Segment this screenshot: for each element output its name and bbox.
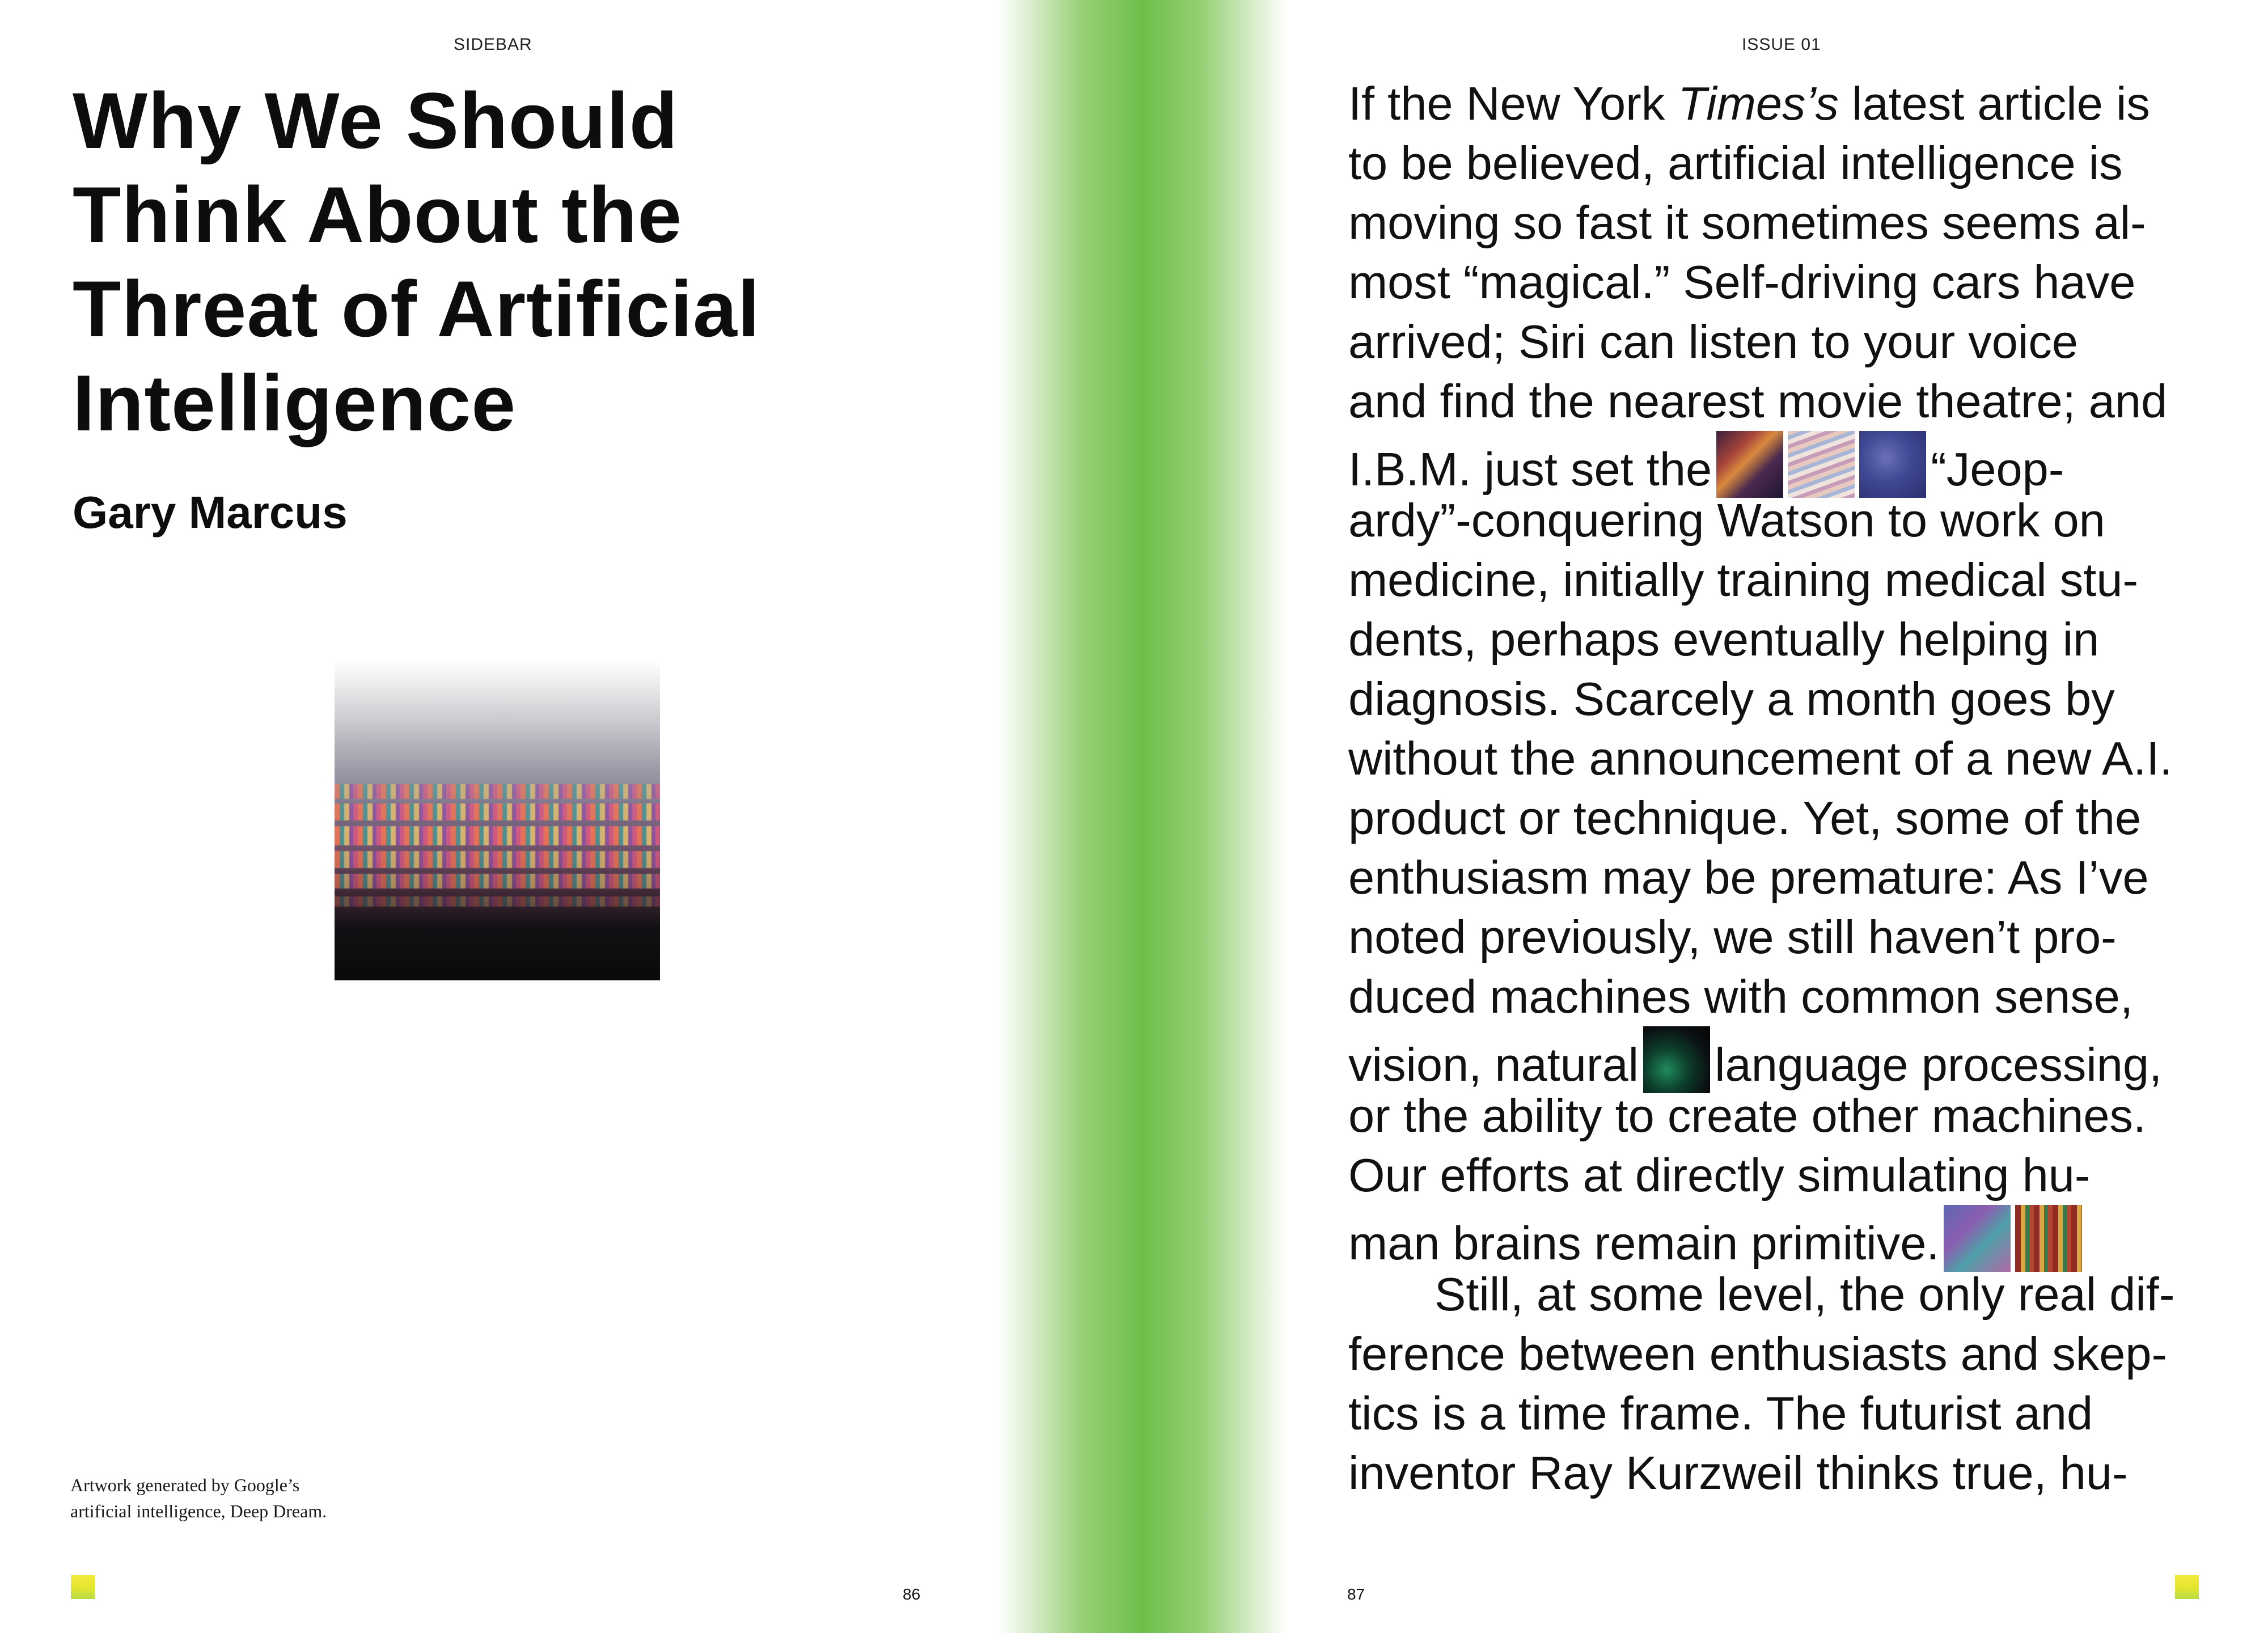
body-line: without the announcement of a new A.I. xyxy=(1348,732,2173,785)
body-line: to be believed, artificial intelligence … xyxy=(1348,137,2123,189)
body-line: I.B.M. just set the “Jeop- xyxy=(1348,431,2210,498)
body-line: vision, natural language processing, xyxy=(1348,1026,2210,1093)
green-gutter-gradient xyxy=(998,0,1287,1633)
body-line: enthusiasm may be premature: As I’ve xyxy=(1348,851,2149,904)
deep-dream-artwork-image xyxy=(335,661,660,980)
body-line: product or technique. Yet, some of the xyxy=(1348,792,2142,844)
artwork-caption: Artwork generated by Google’s artificial… xyxy=(70,1472,467,1524)
body-line: Our efforts at directly simulating hu- xyxy=(1348,1149,2091,1202)
running-head-right: ISSUE 01 xyxy=(1742,35,1821,54)
inline-artwork-thumbnail xyxy=(1788,431,1855,498)
body-text-fragment: vision, natural xyxy=(1348,1038,1639,1091)
body-text-fragment: latest article is xyxy=(1838,77,2150,130)
body-line: moving so fast it sometimes seems al- xyxy=(1348,196,2146,249)
body-line: tics is a time frame. The futurist and xyxy=(1348,1387,2093,1440)
body-line: diagnosis. Scarcely a month goes by xyxy=(1348,672,2115,725)
inline-artwork-thumbnail xyxy=(1716,431,1784,498)
body-line: ference between enthusiasts and skep- xyxy=(1348,1327,2168,1380)
body-text-fragment: man brains remain primitive. xyxy=(1348,1217,1940,1270)
body-text-fragment: I.B.M. just set the xyxy=(1348,443,1712,496)
title-line: Why We Should xyxy=(73,76,679,165)
body-line: most “magical.” Self-driving cars have xyxy=(1348,256,2136,308)
body-line: man brains remain primitive. xyxy=(1348,1205,2210,1272)
body-line: medicine, initially training medical stu… xyxy=(1348,553,2139,606)
yellow-corner-marker xyxy=(2175,1575,2199,1599)
inline-artwork-thumbnail xyxy=(1944,1205,2011,1272)
page-number-right: 87 xyxy=(1347,1585,1365,1603)
caption-line: Artwork generated by Google’s xyxy=(70,1475,300,1495)
body-line: inventor Ray Kurzweil thinks true, hu- xyxy=(1348,1446,2128,1499)
caption-line: artificial intelligence, Deep Dream. xyxy=(70,1501,327,1521)
yellow-corner-marker xyxy=(71,1575,95,1599)
body-line: If the New York Times’s latest article i… xyxy=(1348,74,2210,133)
body-line: dents, perhaps eventually helping in xyxy=(1348,613,2100,666)
body-line: arrived; Siri can listen to your voice xyxy=(1348,315,2079,368)
title-line: Threat of Artificial xyxy=(73,264,760,353)
italic-publication-name: Times’s xyxy=(1678,77,1839,130)
body-line: noted previously, we still haven’t pro- xyxy=(1348,911,2117,963)
article-title: Why We Should Think About the Threat of … xyxy=(73,74,923,450)
body-text-fragment: “Jeop- xyxy=(1931,443,2064,496)
magazine-spread: SIDEBAR Why We Should Think About the Th… xyxy=(0,0,2268,1633)
body-line: duced machines with common sense, xyxy=(1348,970,2134,1023)
body-text-fragment: If the New York xyxy=(1348,77,1678,130)
running-head-left: SIDEBAR xyxy=(454,35,532,54)
body-line: ardy”-conquering Watson to work on xyxy=(1348,494,2105,547)
inline-artwork-thumbnail xyxy=(2015,1205,2083,1272)
body-line: and find the nearest movie theatre; and xyxy=(1348,375,2168,428)
inline-artwork-thumbnail xyxy=(1643,1026,1711,1093)
article-body: If the New York Times’s latest article i… xyxy=(1348,74,2210,1503)
title-line: Intelligence xyxy=(73,358,517,447)
body-text-fragment: language processing, xyxy=(1715,1038,2163,1091)
title-line: Think About the xyxy=(73,170,683,259)
inline-artwork-thumbnail xyxy=(1859,431,1927,498)
body-line-paragraph-start: Still, at some level, the only real dif- xyxy=(1435,1268,2175,1321)
author-byline: Gary Marcus xyxy=(73,487,348,538)
body-line: or the ability to create other machines. xyxy=(1348,1089,2147,1142)
page-number-left: 86 xyxy=(903,1585,921,1603)
